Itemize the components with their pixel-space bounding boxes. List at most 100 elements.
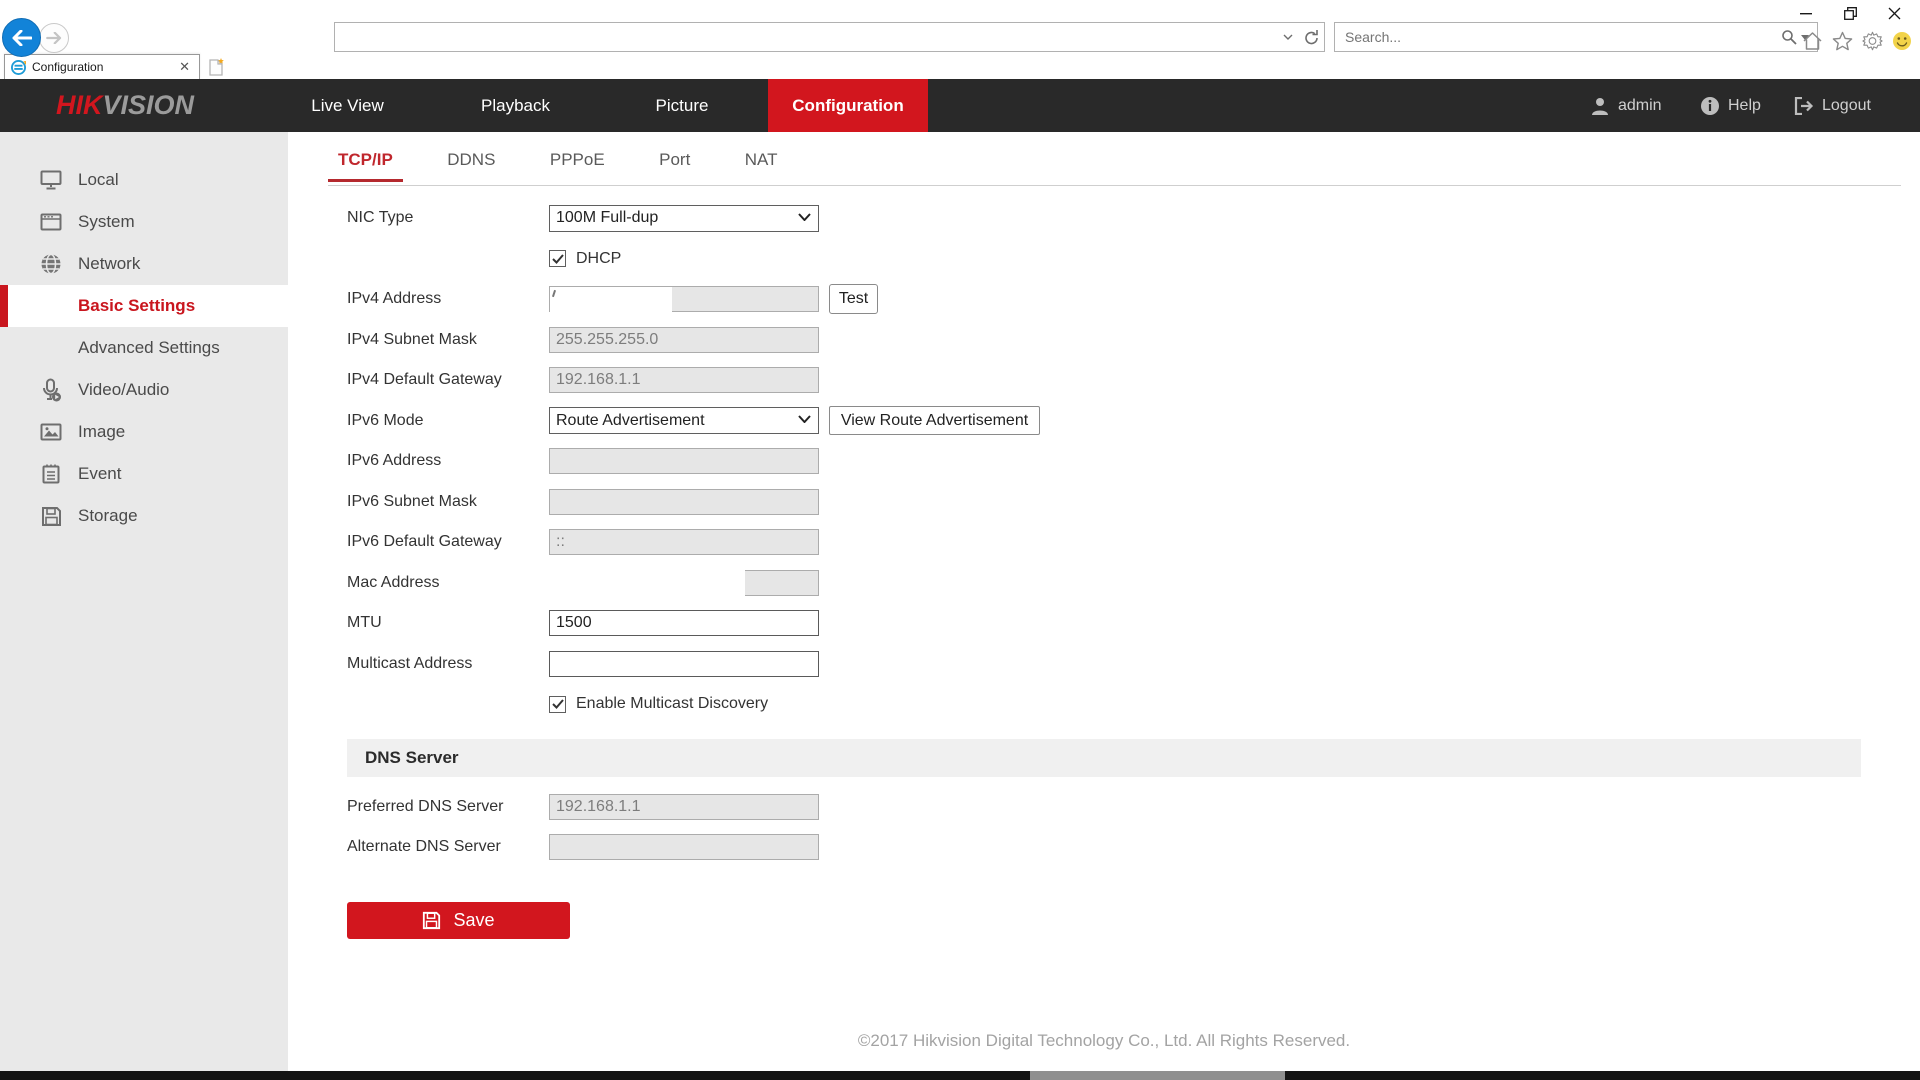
ipv6-mode-select[interactable]: Route Advertisement xyxy=(549,407,819,434)
scrollbar-thumb[interactable] xyxy=(1030,1071,1285,1080)
storage-icon xyxy=(40,505,62,527)
multicast-address-input[interactable] xyxy=(549,651,819,677)
logout-icon xyxy=(1794,97,1814,115)
sidebar-item-video-audio[interactable]: Video/Audio xyxy=(0,369,288,411)
redaction-overlay xyxy=(547,568,745,599)
tab-nat[interactable]: NAT xyxy=(735,150,788,180)
event-icon xyxy=(40,463,62,485)
preferred-dns-label: Preferred DNS Server xyxy=(347,798,549,816)
logo-hik: HIK xyxy=(56,90,103,121)
ipv6-mode-row: IPv6 Mode Route Advertisement View Route… xyxy=(347,401,1887,442)
forward-arrow-icon xyxy=(46,32,62,44)
ipv6-address-label: IPv6 Address xyxy=(347,452,549,470)
browser-tab[interactable]: Configuration ✕ xyxy=(4,54,200,79)
nic-type-value: 100M Full-dup xyxy=(556,209,658,227)
check-icon xyxy=(552,699,564,709)
close-button[interactable] xyxy=(1872,0,1916,26)
user-account: admin xyxy=(1590,79,1662,132)
nav-playback[interactable]: Playback xyxy=(458,79,573,132)
dhcp-checkbox[interactable] xyxy=(549,250,566,267)
ipv4-subnet-input xyxy=(549,327,819,353)
address-input[interactable] xyxy=(341,24,1241,50)
nav-configuration[interactable]: Configuration xyxy=(768,79,928,132)
settings-gear-icon[interactable] xyxy=(1862,31,1883,51)
ipv4-subnet-label: IPv4 Subnet Mask xyxy=(347,331,549,349)
favorites-star-icon[interactable] xyxy=(1832,31,1853,51)
back-arrow-icon xyxy=(12,30,32,46)
browser-back-button[interactable] xyxy=(2,18,41,57)
new-tab-page-icon xyxy=(206,57,226,77)
ipv6-gateway-input xyxy=(549,529,819,555)
ipv6-mode-value: Route Advertisement xyxy=(556,412,705,430)
ipv4-address-row: IPv4 Address Test xyxy=(347,279,1887,320)
mtu-input[interactable] xyxy=(549,610,819,636)
sidebar-label: Local xyxy=(78,170,119,190)
ipv6-gateway-label: IPv6 Default Gateway xyxy=(347,533,549,551)
multicast-discovery-checkbox[interactable] xyxy=(549,696,566,713)
ipv4-gateway-input xyxy=(549,367,819,393)
tab-pppoe[interactable]: PPPoE xyxy=(540,150,615,180)
sidebar-item-image[interactable]: Image xyxy=(0,411,288,453)
chevron-down-icon xyxy=(798,213,811,221)
address-bar[interactable] xyxy=(334,22,1325,52)
feedback-smiley-icon[interactable] xyxy=(1892,31,1912,51)
logout-link[interactable]: Logout xyxy=(1794,79,1871,132)
sidebar-label: Event xyxy=(78,464,121,484)
test-button[interactable]: Test xyxy=(829,284,878,314)
sidebar-label: System xyxy=(78,212,135,232)
tab-ddns[interactable]: DDNS xyxy=(437,150,505,180)
tab-close-icon[interactable]: ✕ xyxy=(176,59,193,75)
search-input[interactable] xyxy=(1335,29,1781,45)
browser-forward-button[interactable] xyxy=(39,23,69,53)
sidebar-item-advanced-settings[interactable]: Advanced Settings xyxy=(0,327,288,369)
sidebar-item-basic-settings[interactable]: Basic Settings xyxy=(0,285,288,327)
search-box[interactable] xyxy=(1334,22,1818,52)
mtu-row: MTU xyxy=(347,603,1887,644)
bottom-scrollbar-track[interactable] xyxy=(0,1071,1920,1080)
new-tab-button[interactable] xyxy=(206,57,228,77)
refresh-icon[interactable] xyxy=(1303,29,1320,46)
sidebar-item-local[interactable]: Local xyxy=(0,159,288,201)
nic-type-row: NIC Type 100M Full-dup xyxy=(347,198,1887,239)
save-button[interactable]: Save xyxy=(347,902,570,939)
globe-icon xyxy=(40,253,62,275)
multicast-discovery-row: Enable Multicast Discovery xyxy=(347,684,1887,725)
alternate-dns-input xyxy=(549,834,819,860)
view-route-advertisement-button[interactable]: View Route Advertisement xyxy=(829,406,1040,435)
ipv4-address-label: IPv4 Address xyxy=(347,290,549,308)
dns-section-title: DNS Server xyxy=(347,748,459,768)
sidebar-item-system[interactable]: System xyxy=(0,201,288,243)
alternate-dns-row: Alternate DNS Server xyxy=(347,827,1887,868)
ipv6-subnet-label: IPv6 Subnet Mask xyxy=(347,493,549,511)
ipv6-subnet-row: IPv6 Subnet Mask xyxy=(347,482,1887,523)
sidebar-label: Advanced Settings xyxy=(78,338,220,358)
address-dropdown-icon[interactable] xyxy=(1283,34,1293,40)
mtu-label: MTU xyxy=(347,614,549,632)
help-link[interactable]: Help xyxy=(1700,79,1761,132)
dhcp-label: DHCP xyxy=(576,250,621,268)
hikvision-logo: HIKVISION xyxy=(56,79,194,132)
restore-button[interactable] xyxy=(1828,0,1872,26)
help-info-icon xyxy=(1700,96,1720,116)
search-icon[interactable] xyxy=(1781,29,1797,45)
nav-live-view[interactable]: Live View xyxy=(290,79,405,132)
preferred-dns-input xyxy=(549,794,819,820)
sidebar-item-storage[interactable]: Storage xyxy=(0,495,288,537)
save-floppy-icon xyxy=(422,911,441,930)
mac-address-field xyxy=(549,570,819,596)
home-icon[interactable] xyxy=(1802,31,1823,51)
nic-type-select[interactable]: 100M Full-dup xyxy=(549,205,819,232)
sidebar: Local System Network B xyxy=(0,132,288,1071)
nav-picture[interactable]: Picture xyxy=(627,79,737,132)
sidebar-item-network[interactable]: Network xyxy=(0,243,288,285)
sidebar-item-event[interactable]: Event xyxy=(0,453,288,495)
minimize-button[interactable] xyxy=(1784,0,1828,26)
ipv4-subnet-row: IPv4 Subnet Mask xyxy=(347,320,1887,361)
save-label: Save xyxy=(453,910,494,931)
microphone-icon xyxy=(40,379,62,401)
tab-tcpip[interactable]: TCP/IP xyxy=(328,150,403,180)
tab-port[interactable]: Port xyxy=(649,150,700,180)
browser-window: Configuration ✕ HIKVISION Live View Play… xyxy=(0,0,1920,1080)
logo-vision: VISION xyxy=(103,90,195,121)
help-label: Help xyxy=(1728,97,1761,115)
